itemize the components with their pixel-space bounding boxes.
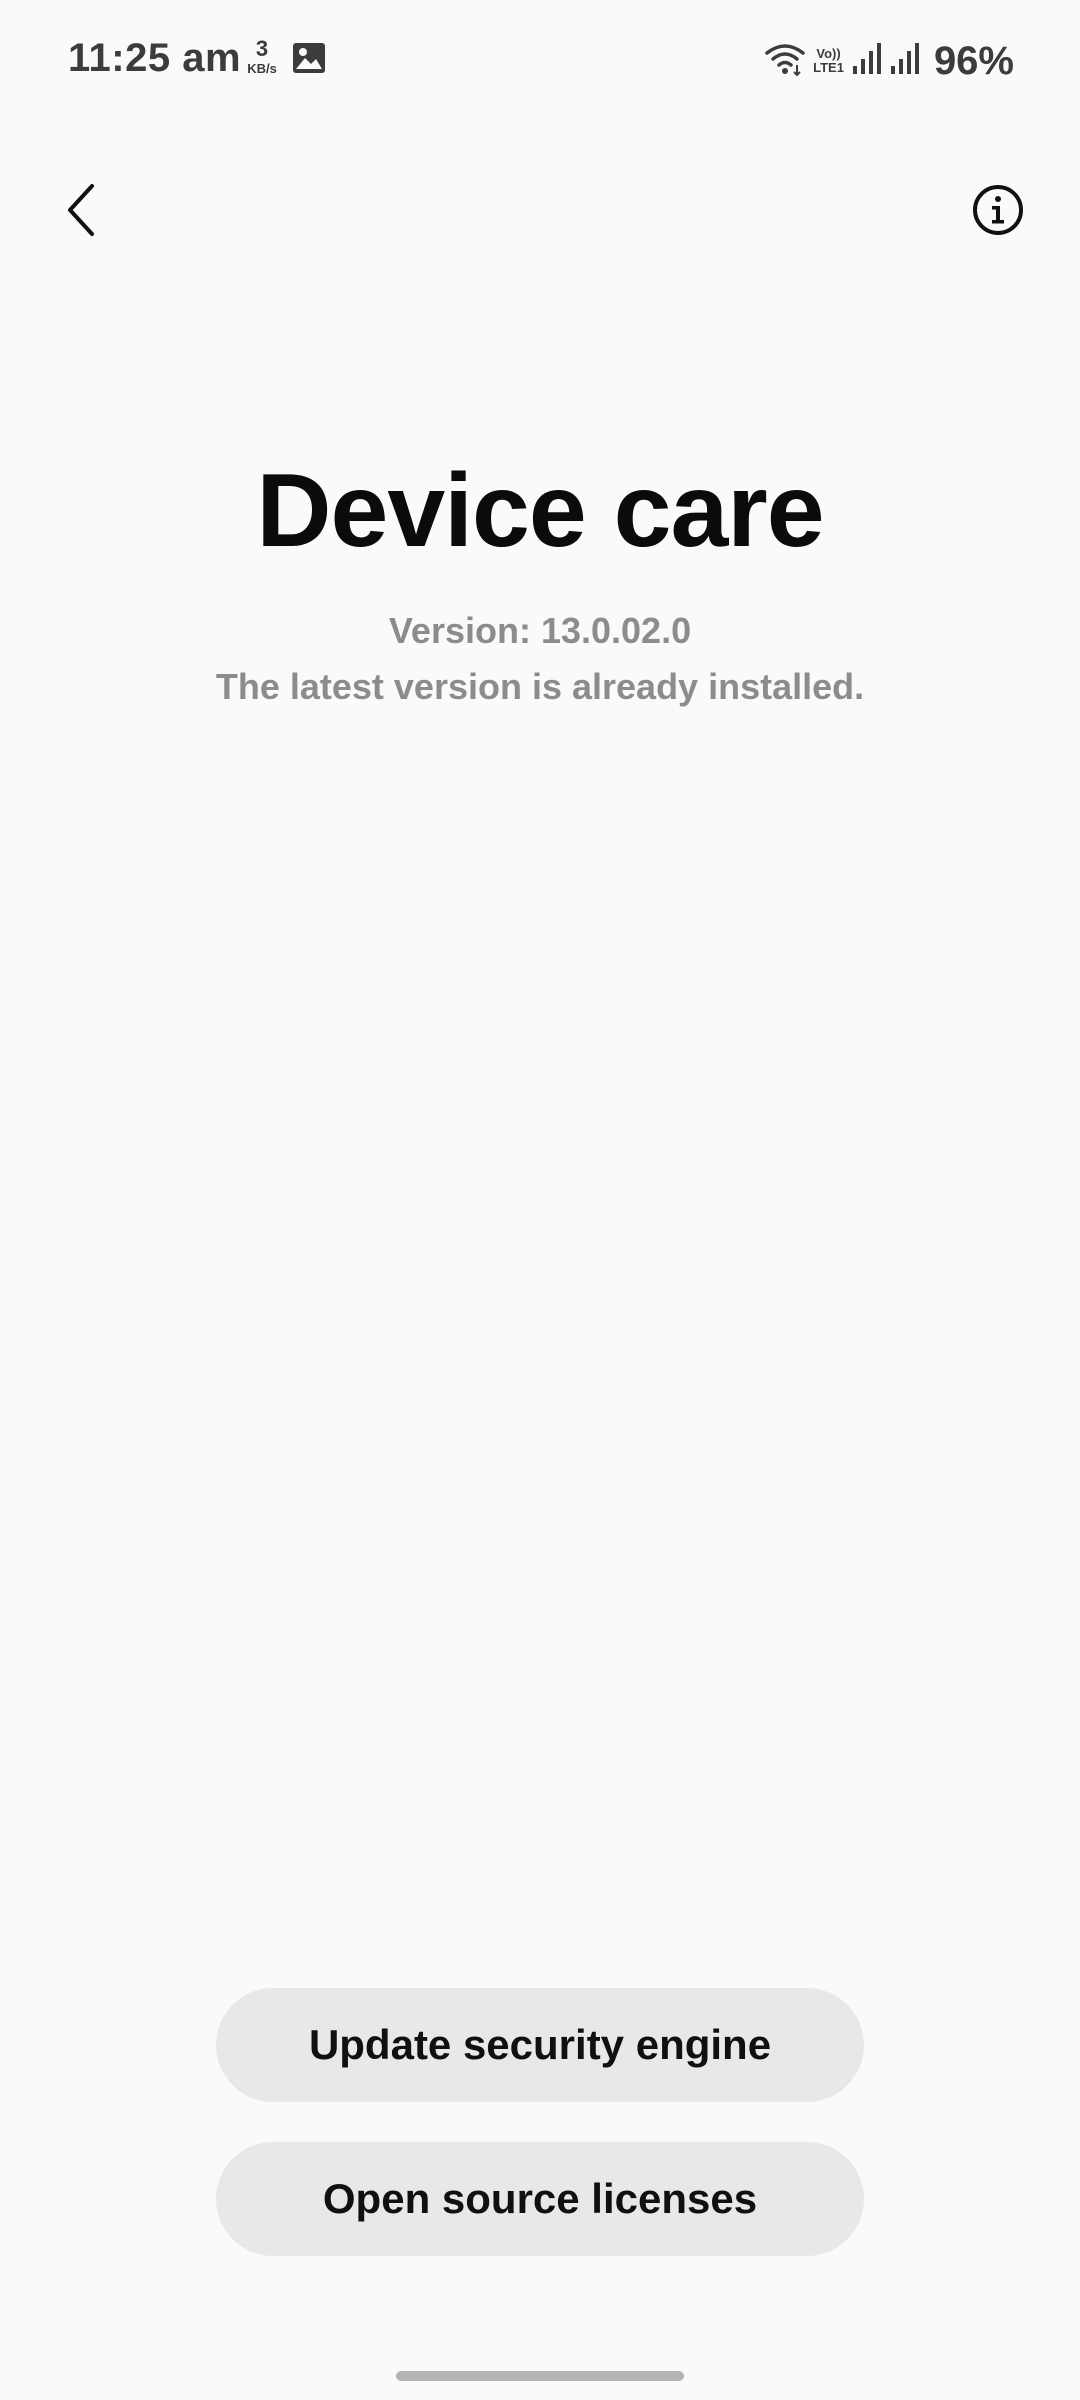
volte-label-bottom: LTE1 [813,60,844,75]
update-status-text: The latest version is already installed. [215,666,865,707]
back-button[interactable] [50,180,114,244]
status-time: 11:25 am [68,36,242,80]
home-indicator[interactable] [396,2371,684,2381]
chevron-left-icon [62,182,102,243]
network-speed-unit: KB/s [247,61,277,76]
gallery-icon [292,42,326,74]
network-speed: 3 KB/s [240,36,284,76]
status-bar: 11:25 am 3 KB/s Vo)) LTE1 96% [0,0,1080,120]
page-title: Device care [256,453,824,569]
open-source-licenses-button[interactable]: Open source licenses [216,2142,864,2256]
signal-icon [890,42,920,81]
battery-percentage: 96% [933,38,1014,83]
wifi-icon [765,41,805,82]
status-right-cluster: Vo)) LTE1 96% [765,36,1014,86]
info-icon [971,183,1025,242]
version-text: Version: 13.0.02.0 [388,610,692,651]
volte-icon: Vo)) LTE1 [813,47,844,74]
update-security-engine-button[interactable]: Update security engine [216,1988,864,2102]
info-button[interactable] [966,180,1030,244]
signal-icon [852,42,882,81]
network-speed-value: 3 [255,36,269,61]
